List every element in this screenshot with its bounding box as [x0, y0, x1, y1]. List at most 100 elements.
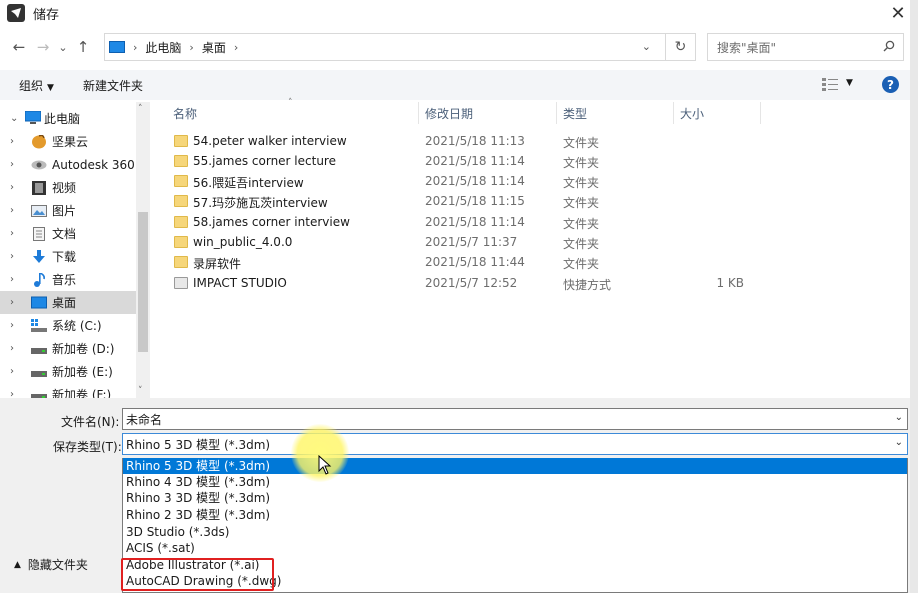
sidebar-item-desktop[interactable]: › 桌面	[0, 291, 136, 314]
file-name: 录屏软件	[193, 257, 242, 271]
file-name: IMPACT STUDIO	[193, 276, 287, 290]
file-row[interactable]: IMPACT STUDIO 2021/5/7 12:52 快捷方式 1 KB	[160, 274, 910, 294]
column-divider[interactable]	[418, 102, 419, 124]
filetype-option[interactable]: ACIS (*.sat)	[123, 540, 907, 556]
chevron-right-icon[interactable]: ›	[10, 159, 14, 170]
drive-icon	[31, 348, 47, 354]
column-header-type[interactable]: 类型	[563, 102, 673, 124]
file-row[interactable]: 录屏软件 2021/5/18 11:44 文件夹	[160, 253, 910, 273]
help-icon[interactable]: ?	[882, 76, 899, 93]
breadcrumb-this-pc[interactable]: 此电脑	[145, 39, 181, 56]
organize-button[interactable]: 组织 ▼	[19, 77, 54, 94]
file-row[interactable]: win_public_4.0.0 2021/5/7 11:37 文件夹	[160, 233, 910, 253]
file-type: 文件夹	[563, 156, 600, 170]
filename-value: 未命名	[126, 412, 163, 427]
sidebar-item-label: 系统 (C:)	[52, 319, 102, 333]
file-row[interactable]: 56.隈延吾interview 2021/5/18 11:14 文件夹	[160, 172, 910, 192]
file-row[interactable]: 57.玛莎施瓦茨interview 2021/5/18 11:15 文件夹	[160, 192, 910, 212]
file-date: 2021/5/18 11:14	[425, 154, 525, 168]
scroll-up-icon[interactable]: ˄	[138, 104, 143, 114]
folder-icon	[174, 155, 188, 167]
sidebar-item-nutstore[interactable]: › 坚果云	[0, 130, 136, 153]
view-caret-icon[interactable]: ▼	[846, 78, 853, 88]
view-options-icon[interactable]	[822, 78, 838, 91]
chevron-right-icon[interactable]: ›	[10, 366, 14, 377]
recent-locations-button[interactable]: ⌄	[55, 35, 71, 59]
column-header-name[interactable]: 名称	[173, 102, 418, 124]
filetype-option[interactable]: Rhino 3 3D 模型 (*.3dm)	[123, 490, 907, 506]
sidebar-item-music[interactable]: › 音乐	[0, 268, 136, 291]
back-button[interactable]: ←	[7, 35, 31, 59]
file-name: 55.james corner lecture	[193, 154, 336, 168]
chevron-right-icon[interactable]: ›	[10, 205, 14, 216]
navigation-scrollbar[interactable]: ˄ ˅	[136, 102, 150, 398]
chevron-right-icon[interactable]: ›	[10, 389, 14, 398]
filetype-value: Rhino 5 3D 模型 (*.3dm)	[126, 437, 271, 452]
filetype-option[interactable]: Rhino 2 3D 模型 (*.3dm)	[123, 507, 907, 523]
chevron-right-icon[interactable]: ›	[10, 228, 14, 239]
column-header-size[interactable]: 大小	[680, 102, 760, 124]
up-button[interactable]: ↑	[71, 35, 95, 59]
file-type: 文件夹	[563, 257, 600, 271]
file-row[interactable]: 54.peter walker interview 2021/5/18 11:1…	[160, 132, 910, 152]
sidebar-item-downloads[interactable]: › 下载	[0, 245, 136, 268]
forward-button[interactable]: →	[31, 35, 55, 59]
file-date: 2021/5/7 12:52	[425, 276, 518, 290]
filename-input[interactable]: 未命名 ⌄	[122, 408, 908, 430]
chevron-right-icon[interactable]: ›	[10, 251, 14, 262]
chevron-right-icon[interactable]: ›	[10, 320, 14, 331]
filetype-option[interactable]: Rhino 5 3D 模型 (*.3dm)	[123, 458, 907, 474]
folder-icon	[174, 175, 188, 187]
filetype-option[interactable]: 3D Studio (*.3ds)	[123, 524, 907, 540]
filetype-option[interactable]: Rhino 4 3D 模型 (*.3dm)	[123, 474, 907, 490]
sidebar-item-label: 坚果云	[52, 135, 89, 149]
column-divider[interactable]	[556, 102, 557, 124]
refresh-button[interactable]: ↻	[665, 34, 695, 60]
sidebar-item-documents[interactable]: › 文档	[0, 222, 136, 245]
sidebar-item-drive-d[interactable]: › 新加卷 (D:)	[0, 337, 136, 360]
expanded-chevron-icon[interactable]: ⌄	[10, 113, 18, 124]
address-dropdown-icon[interactable]: ⌄	[642, 40, 651, 53]
file-date: 2021/5/18 11:14	[425, 174, 525, 188]
breadcrumb-separator[interactable]: ›	[234, 41, 238, 54]
file-row[interactable]: 55.james corner lecture 2021/5/18 11:14 …	[160, 152, 910, 172]
sidebar-item-drive-c[interactable]: › 系统 (C:)	[0, 314, 136, 337]
sidebar-item-drive-f[interactable]: › 新加卷 (F:)	[0, 383, 136, 398]
scrollbar-thumb[interactable]	[138, 212, 148, 352]
breadcrumb-desktop[interactable]: 桌面	[202, 39, 226, 56]
column-header-date[interactable]: 修改日期	[425, 102, 555, 124]
file-type: 文件夹	[563, 237, 600, 251]
filetype-select[interactable]: Rhino 5 3D 模型 (*.3dm) ⌄	[122, 433, 908, 455]
chevron-right-icon[interactable]: ›	[10, 274, 14, 285]
mouse-cursor-icon	[318, 455, 332, 475]
folder-icon	[174, 256, 188, 268]
column-divider[interactable]	[673, 102, 674, 124]
file-type: 文件夹	[563, 176, 600, 190]
hide-folders-button[interactable]: ▲ 隐藏文件夹	[14, 556, 88, 573]
sidebar-item-drive-e[interactable]: › 新加卷 (E:)	[0, 360, 136, 383]
breadcrumb-separator[interactable]: ›	[189, 41, 193, 54]
organize-label: 组织	[19, 78, 44, 93]
sidebar-item-autodesk-360[interactable]: › Autodesk 360	[0, 153, 136, 176]
sidebar-item-this-pc[interactable]: ⌄ 此电脑	[0, 107, 136, 130]
filename-dropdown-icon[interactable]: ⌄	[895, 412, 903, 423]
new-folder-button[interactable]: 新建文件夹	[83, 77, 143, 94]
search-input[interactable]: 搜索"桌面"	[707, 33, 904, 61]
column-divider[interactable]	[760, 102, 761, 124]
filetype-dropdown-icon[interactable]: ⌄	[895, 437, 903, 448]
sidebar-item-videos[interactable]: › 视频	[0, 176, 136, 199]
file-type: 文件夹	[563, 196, 600, 210]
chevron-right-icon[interactable]: ›	[10, 182, 14, 193]
chevron-right-icon[interactable]: ›	[10, 343, 14, 354]
file-date: 2021/5/7 11:37	[425, 235, 518, 249]
sidebar-item-pictures[interactable]: › 图片	[0, 199, 136, 222]
chevron-right-icon[interactable]: ›	[10, 136, 14, 147]
chevron-right-icon[interactable]: ›	[10, 297, 14, 308]
scroll-down-icon[interactable]: ˅	[138, 386, 143, 396]
address-bar[interactable]: › 此电脑 › 桌面 › ⌄ ↻	[104, 33, 696, 61]
file-name: 58.james corner interview	[193, 215, 350, 229]
computer-icon	[25, 111, 41, 124]
window-title: 储存	[33, 7, 60, 23]
breadcrumb-separator[interactable]: ›	[133, 41, 137, 54]
file-row[interactable]: 58.james corner interview 2021/5/18 11:1…	[160, 213, 910, 233]
